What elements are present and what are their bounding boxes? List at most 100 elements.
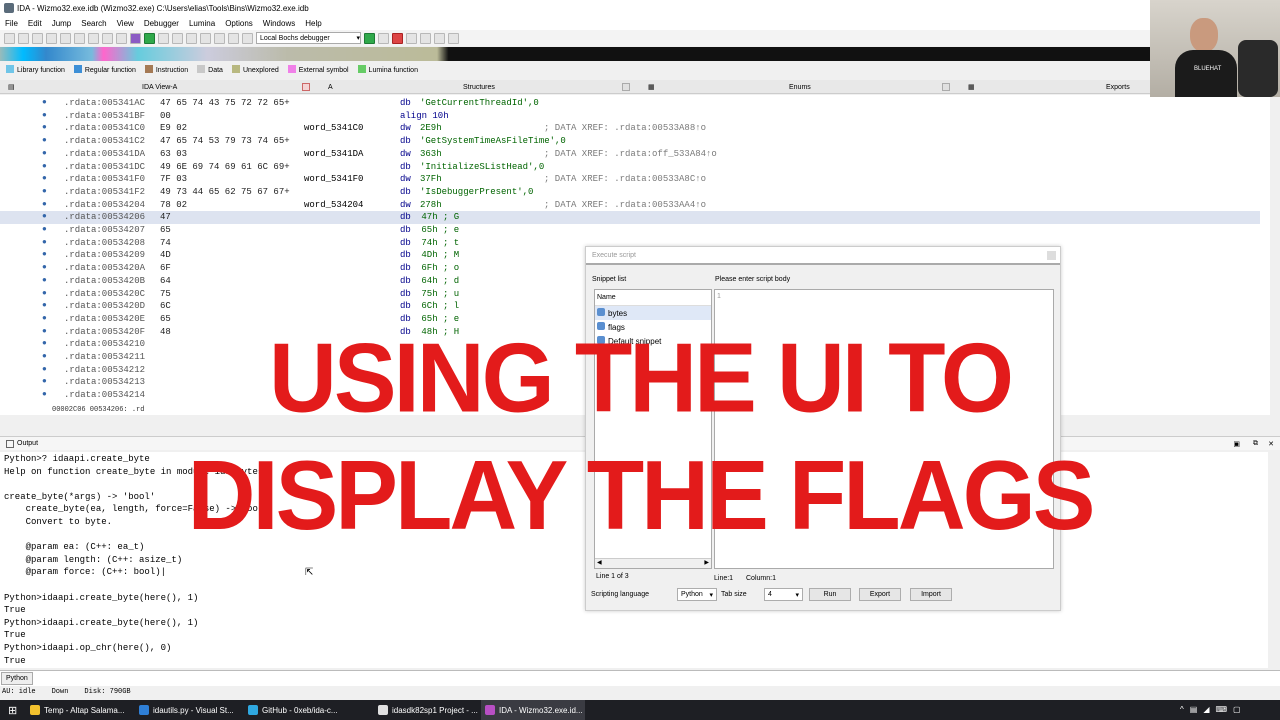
- menu-options[interactable]: Options: [220, 19, 258, 28]
- navigation-band[interactable]: [0, 47, 1150, 61]
- menu-file[interactable]: File: [0, 19, 23, 28]
- disasm-line[interactable]: ● .rdata:005341F2 49 73 44 65 62 75 67 67+…: [0, 186, 1260, 199]
- menu-jump[interactable]: Jump: [47, 19, 77, 28]
- task-vscode[interactable]: idautils.py - Visual St...: [135, 700, 237, 720]
- disasm-line[interactable]: ● .rdata:005341DA 63 03 word_5341DA dw 363h ; …: [0, 148, 1260, 161]
- tab-exports[interactable]: Exports: [1106, 81, 1130, 93]
- snippet-item-bytes[interactable]: bytes: [595, 306, 711, 320]
- scripting-language-label: Scripting language: [591, 591, 649, 598]
- run-button[interactable]: Run: [809, 588, 851, 601]
- disasm-address: .rdata:005341DA: [64, 148, 146, 159]
- scripting-language-select[interactable]: Python ▾: [677, 588, 717, 601]
- task-github-browser[interactable]: GitHub - 0xeb/ida-c...: [244, 700, 346, 720]
- enum-icon[interactable]: [186, 32, 197, 44]
- tab-ida-view[interactable]: IDA View-A: [142, 81, 177, 93]
- pause-icon[interactable]: [378, 32, 389, 44]
- struct-icon[interactable]: [172, 32, 183, 44]
- tab-size-select[interactable]: 4 ▾: [764, 588, 803, 601]
- tab-enums[interactable]: Enums: [789, 81, 811, 93]
- close-x-icon[interactable]: [228, 32, 239, 44]
- tab-structures[interactable]: Structures: [463, 81, 495, 93]
- save-icon[interactable]: [18, 32, 29, 44]
- disasm-line[interactable]: ● .rdata:00534207 65 db 65h ; e: [0, 224, 1260, 237]
- output-window-icon: [6, 439, 14, 448]
- text-search-icon[interactable]: [74, 32, 85, 44]
- legend-regular-function: Regular function: [73, 64, 136, 74]
- windows-start-icon[interactable]: ⊞: [8, 704, 17, 717]
- green-circle-icon[interactable]: [144, 32, 155, 44]
- data-icon[interactable]: [102, 32, 113, 44]
- status-state: AU: idle: [2, 688, 36, 696]
- breakpoint-icon[interactable]: [200, 32, 211, 44]
- step-icon[interactable]: [214, 32, 225, 44]
- command-input[interactable]: [33, 672, 1280, 686]
- system-tray[interactable]: ^ ▤ ◢ ⌨ ▢: [1180, 705, 1272, 715]
- dialog-title-bar: Execute script: [586, 247, 1060, 265]
- browser-icon: [248, 705, 258, 715]
- export-button[interactable]: Export: [859, 588, 901, 601]
- binary-search-icon[interactable]: [60, 32, 71, 44]
- menu-lumina[interactable]: Lumina: [184, 19, 220, 28]
- step-into-icon[interactable]: [406, 32, 417, 44]
- close-tab-icon[interactable]: [622, 83, 630, 91]
- maximize-icon[interactable]: ▣: [1233, 440, 1240, 448]
- legend-swatch: [144, 64, 153, 73]
- disasm-bytes: 6C: [160, 301, 171, 312]
- misc-icon[interactable]: [242, 32, 253, 44]
- code-icon[interactable]: [88, 32, 99, 44]
- volume-icon[interactable]: ◢: [1203, 705, 1209, 715]
- close-tab-icon[interactable]: [942, 83, 950, 91]
- forward-arrow-icon[interactable]: [46, 32, 57, 44]
- debugger-select[interactable]: Local Bochs debugger ▾: [256, 32, 361, 44]
- menu-debugger[interactable]: Debugger: [139, 19, 184, 28]
- graph-icon[interactable]: [130, 32, 141, 44]
- disasm-bytes: 78 02: [160, 199, 188, 210]
- import-button[interactable]: Import: [910, 588, 952, 601]
- stop-icon[interactable]: [392, 32, 403, 44]
- disasm-address: .rdata:00534210: [64, 339, 146, 350]
- step-out-icon[interactable]: [448, 32, 459, 44]
- close-icon[interactable]: [1047, 251, 1056, 260]
- disasm-line[interactable]: ● .rdata:005341DC 49 6E 69 74 69 61 6C 69+…: [0, 161, 1260, 174]
- close-icon[interactable]: ✕: [1268, 440, 1274, 448]
- disasm-address: .rdata:00534213: [64, 377, 146, 388]
- chevron-down-icon: ▾: [356, 35, 360, 42]
- scroll-left-icon[interactable]: ◀: [597, 559, 602, 566]
- python-language-button[interactable]: Python: [1, 672, 33, 685]
- ida-app-icon: [4, 3, 14, 13]
- disasm-comment: ; DATA XREF: .rdata:off_533A84↑o: [544, 148, 717, 159]
- horizontal-scrollbar[interactable]: ◀ ▶: [595, 558, 711, 568]
- disasm-line[interactable]: ● .rdata:005341BF 00 align 10h: [0, 110, 1260, 123]
- disasm-line[interactable]: ● .rdata:005341AC 47 65 74 43 75 72 72 65+…: [0, 97, 1260, 110]
- disasm-line[interactable]: ● .rdata:005341F0 7F 03 word_5341F0 dw 37Fh ; …: [0, 173, 1260, 186]
- disasm-line[interactable]: ● .rdata:005341C2 47 65 74 53 79 73 74 65+…: [0, 135, 1260, 148]
- disasm-line[interactable]: ● .rdata:00534206 47 db 47h ; G: [0, 211, 1260, 224]
- network-icon[interactable]: ▤: [1190, 705, 1198, 715]
- patch-icon[interactable]: [158, 32, 169, 44]
- disasm-line[interactable]: ● .rdata:00534204 78 02 word_534204 dw 278h ; …: [0, 199, 1260, 212]
- task-ida[interactable]: IDA - Wizmo32.exe.id...: [481, 700, 585, 720]
- back-arrow-icon[interactable]: [32, 32, 43, 44]
- menu-view[interactable]: View: [112, 19, 139, 28]
- restore-icon[interactable]: ⧉: [1253, 440, 1258, 448]
- notification-icon[interactable]: ▢: [1233, 705, 1241, 715]
- tray-chevron-icon[interactable]: ^: [1180, 705, 1184, 715]
- menu-help[interactable]: Help: [300, 19, 326, 28]
- scroll-right-icon[interactable]: ▶: [704, 559, 709, 566]
- disasm-operand: 278h: [420, 199, 442, 210]
- play-icon[interactable]: [364, 32, 375, 44]
- task-altap-salamander[interactable]: Temp - Altap Salama...: [26, 700, 128, 720]
- step-over-icon[interactable]: [420, 32, 431, 44]
- keyboard-icon[interactable]: ⌨: [1215, 705, 1227, 715]
- disasm-operand: 65h ; e: [416, 225, 460, 235]
- menu-windows[interactable]: Windows: [258, 19, 300, 28]
- ascii-icon[interactable]: [116, 32, 127, 44]
- run-to-cursor-icon[interactable]: [434, 32, 445, 44]
- task-visual-studio[interactable]: idasdk82sp1 Project - ...: [374, 700, 478, 720]
- disasm-line[interactable]: ● .rdata:005341C0 E9 02 word_5341C0 dw 2E9h ; …: [0, 122, 1260, 135]
- close-tab-icon[interactable]: [302, 83, 310, 91]
- menu-edit[interactable]: Edit: [23, 19, 47, 28]
- menu-search[interactable]: Search: [76, 19, 111, 28]
- open-icon[interactable]: [4, 32, 15, 44]
- disasm-bullet: ●: [42, 136, 47, 146]
